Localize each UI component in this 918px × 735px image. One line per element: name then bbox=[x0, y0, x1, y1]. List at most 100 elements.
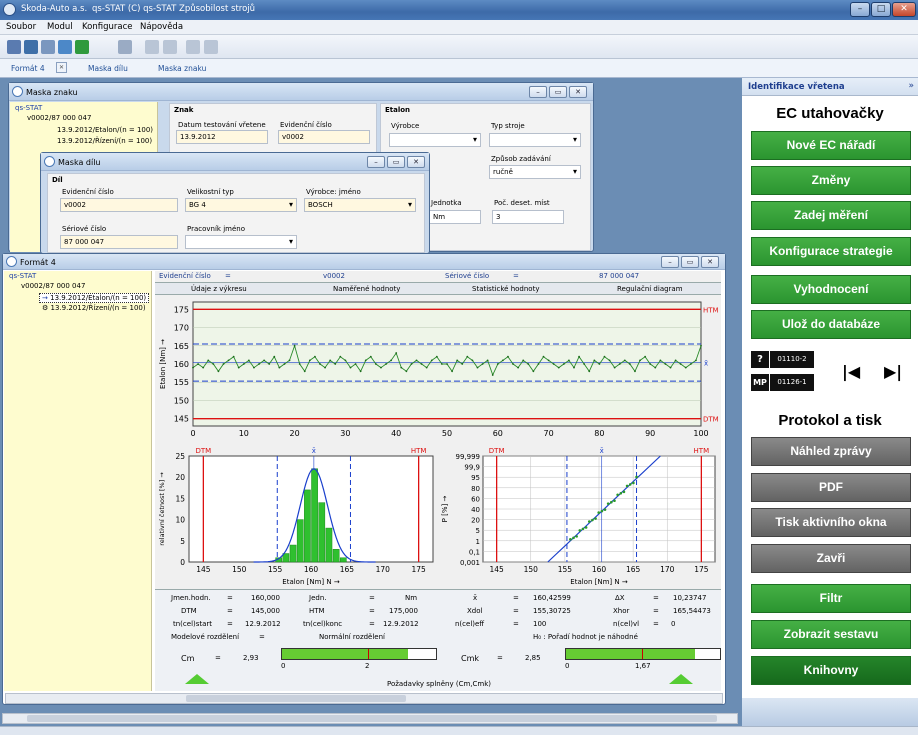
first-record-icon[interactable]: |◀ bbox=[842, 361, 870, 383]
filter-button[interactable]: Filtr bbox=[751, 584, 911, 613]
tool-icon-2[interactable] bbox=[24, 40, 38, 54]
subtab-regulacni[interactable]: Regulační diagram bbox=[617, 285, 683, 293]
libraries-button[interactable]: Knihovny bbox=[751, 656, 911, 685]
close-icon[interactable]: ✕ bbox=[701, 256, 719, 268]
evaluation-button[interactable]: Vyhodnocení bbox=[751, 275, 911, 304]
scroll-thumb[interactable] bbox=[27, 715, 717, 722]
data-point bbox=[532, 370, 535, 373]
y-tick-label: 5 bbox=[180, 537, 185, 546]
subtab-namerene[interactable]: Naměřené hodnoty bbox=[333, 285, 400, 293]
format4-hscroll[interactable] bbox=[5, 693, 723, 704]
minimize-icon[interactable]: – bbox=[529, 86, 547, 98]
prac-select[interactable] bbox=[185, 235, 297, 249]
strategy-config-button[interactable]: Konfigurace strategie bbox=[751, 237, 911, 266]
close-button[interactable]: ✕ bbox=[892, 2, 916, 17]
close-icon[interactable]: ✕ bbox=[407, 156, 425, 168]
subtab-vykres[interactable]: Údaje z výkresu bbox=[191, 285, 247, 293]
tab-maska-znaku[interactable]: Maska znaku bbox=[158, 64, 206, 73]
tree-root[interactable]: qs-STAT bbox=[15, 104, 42, 112]
stat-tstart-label: tn(cel)start bbox=[173, 620, 213, 628]
restore-icon[interactable]: ▭ bbox=[681, 256, 699, 268]
serial-field[interactable]: 87 000 047 bbox=[60, 235, 178, 249]
menu-napoveda[interactable]: Nápověda bbox=[140, 22, 183, 32]
tree-etalon[interactable]: 13.9.2012/Etalon/(n = 100) bbox=[57, 126, 153, 134]
minimize-button[interactable]: – bbox=[850, 2, 870, 17]
evid-field[interactable]: v0002 bbox=[278, 130, 370, 144]
new-ec-tool-button[interactable]: Nové EC nářadí bbox=[751, 131, 911, 160]
tool-icon-4[interactable] bbox=[58, 40, 72, 54]
requirements-text: Požadavky splněny (Cm,Cmk) bbox=[387, 680, 492, 688]
pocet-field[interactable]: 3 bbox=[492, 210, 564, 224]
tree-rizeni[interactable]: 13.9.2012/Řízení/(n = 100) bbox=[57, 137, 152, 145]
workspace-hscroll[interactable] bbox=[2, 713, 738, 724]
scroll-thumb[interactable] bbox=[186, 695, 406, 702]
collapse-icon[interactable]: » bbox=[908, 81, 914, 91]
datum-field[interactable]: 13.9.2012 bbox=[176, 130, 268, 144]
tree-rizeni[interactable]: ⚙ 13.9.2012/Řízení/(n = 100) bbox=[42, 304, 146, 312]
stat-model-label: Modelové rozdělení bbox=[171, 633, 240, 641]
restore-icon[interactable]: ▭ bbox=[549, 86, 567, 98]
minimize-icon[interactable]: – bbox=[367, 156, 385, 168]
mp-badge[interactable]: MP bbox=[751, 374, 769, 391]
tool-icon-3[interactable] bbox=[41, 40, 55, 54]
menu-soubor[interactable]: Soubor bbox=[6, 22, 36, 32]
vel-label: Velikostní typ bbox=[187, 188, 234, 196]
data-point bbox=[501, 359, 504, 362]
changes-button[interactable]: Změny bbox=[751, 166, 911, 195]
menu-modul[interactable]: Modul bbox=[47, 22, 73, 32]
tool-icon-10[interactable] bbox=[204, 40, 218, 54]
vel-select[interactable]: BG 4 bbox=[185, 198, 297, 212]
zpusob-select[interactable]: ručně bbox=[489, 165, 581, 179]
tab-format4[interactable]: Formát 4 bbox=[11, 64, 45, 73]
window-icon bbox=[6, 256, 17, 267]
data-point bbox=[222, 363, 225, 365]
tree-root[interactable]: qs-STAT bbox=[9, 272, 36, 280]
print-window-button[interactable]: Tisk aktivního okna bbox=[751, 508, 911, 537]
maximize-button[interactable]: □ bbox=[871, 2, 891, 17]
enter-measurement-button[interactable]: Zadej měření bbox=[751, 201, 911, 230]
tool-icon-1[interactable] bbox=[7, 40, 21, 54]
histogram-bar bbox=[339, 557, 347, 563]
save-to-db-button[interactable]: Ulož do databáze bbox=[751, 310, 911, 339]
last-record-icon[interactable]: ▶| bbox=[884, 361, 912, 383]
data-point bbox=[319, 363, 321, 365]
tool-icon-9[interactable] bbox=[186, 40, 200, 54]
tree-part[interactable]: v0002/87 000 047 bbox=[27, 114, 91, 122]
tool-icon-8[interactable] bbox=[163, 40, 177, 54]
data-point bbox=[644, 355, 647, 358]
tab-close-icon[interactable]: ✕ bbox=[56, 62, 67, 73]
vyr-select[interactable]: BOSCH bbox=[304, 198, 416, 212]
tool-icon-5[interactable] bbox=[75, 40, 89, 54]
dil-evid-field[interactable]: v0002 bbox=[60, 198, 178, 212]
restore-icon[interactable]: ▭ bbox=[387, 156, 405, 168]
tab-maska-dilu[interactable]: Maska dílu bbox=[88, 64, 128, 73]
dil-group-label: Díl bbox=[52, 176, 63, 184]
close-report-button[interactable]: Zavři bbox=[751, 544, 911, 573]
x-axis-label: Etalon [Nm] N → bbox=[282, 578, 340, 586]
stat-eq: = bbox=[215, 654, 221, 662]
typ-stroje-select[interactable] bbox=[489, 133, 581, 147]
vyrobce-select[interactable] bbox=[389, 133, 481, 147]
show-report-button[interactable]: Zobrazit sestavu bbox=[751, 620, 911, 649]
tool-icon-7[interactable] bbox=[145, 40, 159, 54]
data-point bbox=[410, 363, 413, 365]
data-point bbox=[385, 363, 387, 365]
x-tick-label: 0 bbox=[190, 429, 195, 438]
data-point bbox=[207, 359, 210, 362]
help-icon[interactable]: ? bbox=[751, 351, 769, 368]
tree-etalon-selected[interactable]: → 13.9.2012/Etalon/(n = 100) bbox=[39, 293, 150, 303]
tool-icon-6[interactable] bbox=[118, 40, 132, 54]
jednotka-field[interactable]: Nm bbox=[429, 210, 481, 224]
data-point bbox=[339, 355, 342, 358]
minimize-icon[interactable]: – bbox=[661, 256, 679, 268]
close-icon[interactable]: ✕ bbox=[569, 86, 587, 98]
window-title: qs-STAT (C) qs-STAT Způsobilost strojů bbox=[92, 4, 256, 14]
menu-konfigurace[interactable]: Konfigurace bbox=[82, 22, 132, 32]
ok-arrow-left-icon bbox=[185, 674, 209, 684]
data-point bbox=[572, 536, 575, 540]
subtab-statisticke[interactable]: Statistické hodnoty bbox=[472, 285, 539, 293]
preview-report-button[interactable]: Náhled zprávy bbox=[751, 437, 911, 466]
htm-label: HTM bbox=[411, 447, 427, 455]
tree-part[interactable]: v0002/87 000 047 bbox=[21, 282, 85, 290]
pdf-button[interactable]: PDF bbox=[751, 473, 911, 502]
